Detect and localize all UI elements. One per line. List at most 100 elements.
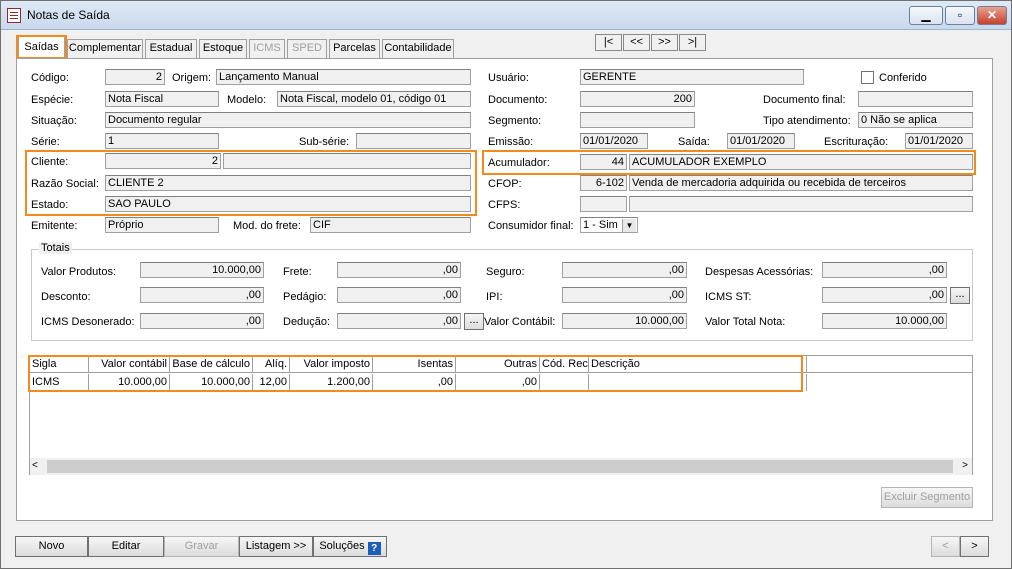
maximize-button[interactable]: ▫ bbox=[945, 6, 975, 25]
pedagio-field[interactable]: ,00 bbox=[337, 287, 461, 303]
consumidor-final-select[interactable]: 1 - Sim ▼ bbox=[580, 217, 638, 233]
column-header-valor-imposto[interactable]: Valor imposto bbox=[290, 356, 373, 373]
emissao-label: Emissão: bbox=[488, 136, 534, 148]
cfps-label: CFPS: bbox=[488, 199, 521, 211]
table-cell-outras[interactable]: ,00 bbox=[456, 374, 540, 391]
origem-field[interactable]: Lançamento Manual bbox=[216, 69, 471, 85]
previous-record-button[interactable]: << bbox=[623, 34, 650, 51]
seguro-field[interactable]: ,00 bbox=[562, 262, 687, 278]
cfps-description-field bbox=[629, 196, 973, 212]
horizontal-scrollbar[interactable]: < > bbox=[30, 458, 972, 475]
column-header-base-calculo[interactable]: Base de cálculo bbox=[170, 356, 253, 373]
desconto-field[interactable]: ,00 bbox=[140, 287, 264, 303]
tab-estadual[interactable]: Estadual bbox=[145, 39, 197, 58]
gravar-button[interactable]: Gravar bbox=[164, 536, 239, 557]
column-header-aliquota[interactable]: Alíq. bbox=[253, 356, 290, 373]
ipi-label: IPI: bbox=[486, 291, 503, 303]
last-record-button[interactable]: >| bbox=[679, 34, 706, 51]
cliente-name-field bbox=[223, 153, 471, 169]
table-cell-sigla[interactable]: ICMS bbox=[30, 374, 89, 391]
solucoes-button[interactable]: Soluções ? bbox=[313, 536, 387, 557]
emitente-field[interactable]: Próprio bbox=[105, 217, 219, 233]
column-header-isentas[interactable]: Isentas bbox=[373, 356, 456, 373]
valor-contabil-field[interactable]: 10.000,00 bbox=[562, 313, 687, 329]
table-cell-isentas[interactable]: ,00 bbox=[373, 374, 456, 391]
table-cell-valor-contabil[interactable]: 10.000,00 bbox=[89, 374, 170, 391]
documento-final-label: Documento final: bbox=[763, 94, 846, 106]
acumulador-label: Acumulador: bbox=[488, 157, 550, 169]
tab-icms[interactable]: ICMS bbox=[249, 39, 285, 58]
documento-final-field[interactable] bbox=[858, 91, 973, 107]
table-cell-aliquota[interactable]: 12,00 bbox=[253, 374, 290, 391]
previous-page-button[interactable]: < bbox=[931, 536, 960, 557]
razao-social-field[interactable]: CLIENTE 2 bbox=[105, 175, 471, 191]
first-record-button[interactable]: |< bbox=[595, 34, 622, 51]
despesas-acessorias-label: Despesas Acessórias: bbox=[705, 266, 814, 278]
escrituracao-field[interactable]: 01/01/2020 bbox=[905, 133, 973, 149]
documento-field[interactable]: 200 bbox=[580, 91, 695, 107]
column-header-outras[interactable]: Outras bbox=[456, 356, 540, 373]
minimize-button[interactable]: ▁ bbox=[909, 6, 943, 25]
column-header-cod-rec[interactable]: Cód. Rec. bbox=[540, 356, 591, 373]
estado-label: Estado: bbox=[31, 199, 69, 211]
tab-complementar[interactable]: Complementar bbox=[67, 39, 143, 58]
column-header-descricao[interactable]: Descrição bbox=[589, 356, 807, 373]
cliente-field[interactable]: 2 bbox=[105, 153, 221, 169]
desconto-label: Desconto: bbox=[41, 291, 91, 303]
tab-estoque[interactable]: Estoque bbox=[199, 39, 247, 58]
tab-contabilidade[interactable]: Contabilidade bbox=[382, 39, 454, 58]
next-record-button[interactable]: >> bbox=[651, 34, 678, 51]
table-cell-base-calculo[interactable]: 10.000,00 bbox=[170, 374, 253, 391]
icms-st-field[interactable]: ,00 bbox=[822, 287, 947, 303]
close-button[interactable]: ✕ bbox=[977, 6, 1007, 25]
situacao-field[interactable]: Documento regular bbox=[105, 112, 471, 128]
column-header-sigla[interactable]: Sigla bbox=[30, 356, 89, 373]
conferido-label: Conferido bbox=[879, 72, 927, 84]
valor-produtos-field[interactable]: 10.000,00 bbox=[140, 262, 264, 278]
codigo-field[interactable]: 2 bbox=[105, 69, 165, 85]
tab-parcelas[interactable]: Parcelas bbox=[329, 39, 380, 58]
deducao-ellipsis-button[interactable]: ... bbox=[464, 313, 484, 330]
novo-button[interactable]: Novo bbox=[15, 536, 88, 557]
scroll-left-icon[interactable]: < bbox=[32, 460, 38, 471]
estado-field[interactable]: SAO PAULO bbox=[105, 196, 471, 212]
tab-saidas[interactable]: Saídas bbox=[18, 36, 65, 59]
editar-button[interactable]: Editar bbox=[88, 536, 164, 557]
especie-field[interactable]: Nota Fiscal bbox=[105, 91, 219, 107]
column-header-valor-contabil[interactable]: Valor contábil bbox=[89, 356, 170, 373]
saida-field[interactable]: 01/01/2020 bbox=[727, 133, 795, 149]
cfps-code-field[interactable] bbox=[580, 196, 627, 212]
frete-field[interactable]: ,00 bbox=[337, 262, 461, 278]
scroll-right-icon[interactable]: > bbox=[962, 460, 968, 471]
consumidor-final-label: Consumidor final: bbox=[488, 220, 574, 232]
scrollbar-thumb[interactable] bbox=[47, 460, 953, 473]
listagem-button[interactable]: Listagem >> bbox=[239, 536, 313, 557]
emissao-field[interactable]: 01/01/2020 bbox=[580, 133, 648, 149]
table-cell-descricao[interactable] bbox=[589, 374, 807, 391]
despesas-acessorias-field[interactable]: ,00 bbox=[822, 262, 947, 278]
modalidade-frete-field[interactable]: CIF bbox=[310, 217, 471, 233]
subserie-label: Sub-série: bbox=[299, 136, 350, 148]
tab-sped[interactable]: SPED bbox=[287, 39, 327, 58]
table-cell-cod-rec[interactable] bbox=[540, 374, 589, 391]
tipo-atendimento-field[interactable]: 0 Não se aplica bbox=[858, 112, 973, 128]
icms-st-ellipsis-button[interactable]: ... bbox=[950, 287, 970, 304]
valor-total-nota-field[interactable]: 10.000,00 bbox=[822, 313, 947, 329]
table-cell-valor-imposto[interactable]: 1.200,00 bbox=[290, 374, 373, 391]
conferido-checkbox[interactable] bbox=[861, 71, 874, 84]
serie-field[interactable]: 1 bbox=[105, 133, 219, 149]
cfop-description-field: Venda de mercadoria adquirida ou recebid… bbox=[629, 175, 973, 191]
cfop-code-field[interactable]: 6-102 bbox=[580, 175, 627, 191]
ipi-field[interactable]: ,00 bbox=[562, 287, 687, 303]
modelo-field[interactable]: Nota Fiscal, modelo 01, código 01 bbox=[277, 91, 471, 107]
next-page-button[interactable]: > bbox=[960, 536, 989, 557]
icms-desonerado-field[interactable]: ,00 bbox=[140, 313, 264, 329]
subserie-field[interactable] bbox=[356, 133, 471, 149]
escrituracao-label: Escrituração: bbox=[824, 136, 889, 148]
excluir-segmento-button[interactable]: Excluir Segmento bbox=[881, 487, 973, 508]
deducao-field[interactable]: ,00 bbox=[337, 313, 461, 329]
acumulador-code-field[interactable]: 44 bbox=[580, 154, 627, 170]
segmento-field[interactable] bbox=[580, 112, 695, 128]
modelo-label: Modelo: bbox=[227, 94, 267, 106]
impostos-grid[interactable]: Sigla Valor contábil Base de cálculo Alí… bbox=[29, 355, 973, 475]
